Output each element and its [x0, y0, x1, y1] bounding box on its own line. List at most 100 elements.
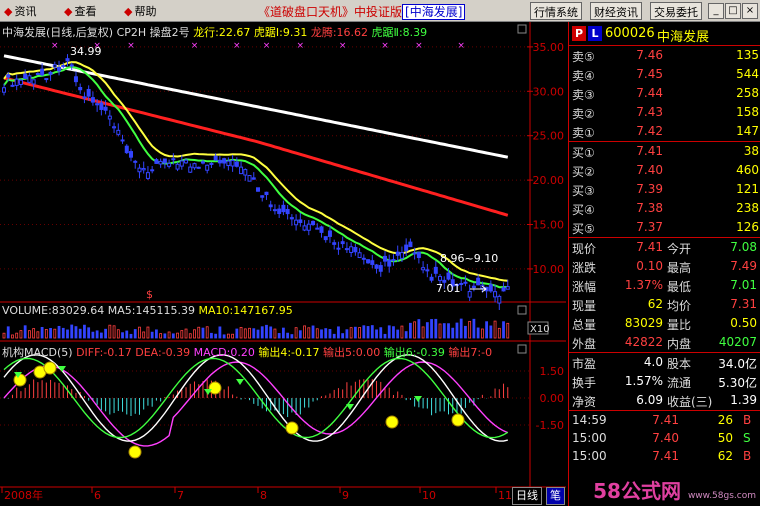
price-tick-label: 10.00: [533, 263, 565, 276]
candle-body: [260, 195, 265, 198]
finance-news-button[interactable]: 财经资讯: [590, 2, 642, 20]
candle-body: [107, 115, 112, 120]
tab-pen[interactable]: 笔: [546, 487, 565, 505]
volume-bar: [294, 327, 298, 339]
kline-info-bar: 中海发展(日线,后复权) CP2H 操盘2号 龙行:22.67 虎踞Ⅰ:9.31…: [2, 26, 428, 39]
candle-body: [416, 251, 421, 259]
candle-body: [188, 166, 193, 173]
candle-body: [425, 269, 430, 272]
candle-body: [344, 248, 349, 251]
candle-body: [264, 191, 269, 196]
ask-row[interactable]: 卖③ 7.44 258: [569, 84, 760, 103]
p-badge[interactable]: P: [572, 26, 586, 41]
volume-bar: [485, 321, 489, 339]
volume-bar: [222, 334, 226, 339]
bid-row[interactable]: 买③ 7.39 121: [569, 180, 760, 199]
candle-body: [387, 259, 392, 267]
kline-chart[interactable]: 35.00 30.00 25.00 20.00 15.00 10.00 X10 × × × × × × ×…: [0, 0, 566, 506]
volume-bar: [353, 326, 357, 339]
volume-bar: [171, 333, 175, 339]
signal-mark: ×: [339, 41, 347, 51]
minimize-button[interactable]: _: [708, 3, 724, 19]
ask-label: 卖④: [572, 69, 595, 83]
bid-row[interactable]: 买④ 7.38 238: [569, 199, 760, 218]
fundamental-row: 净资 6.09 收益(三) 1.39: [569, 391, 760, 410]
tick-vol: 26: [717, 413, 733, 427]
candle-body: [116, 129, 121, 135]
quote-value: 7.01: [730, 278, 757, 292]
volume-bar: [502, 321, 505, 339]
candle-body: [412, 252, 417, 255]
bid-row[interactable]: 买① 7.41 38: [569, 142, 760, 161]
bid-price: 7.37: [636, 220, 663, 234]
candle-body: [158, 160, 163, 165]
quote-label: 今开: [667, 242, 692, 256]
volume-bar: [116, 329, 120, 339]
volume-bar: [167, 331, 171, 339]
ask-volume: 258: [736, 86, 759, 100]
volume-bar: [163, 333, 167, 339]
candle-body: [175, 163, 180, 170]
candle-body: [226, 160, 231, 167]
maximize-button[interactable]: □: [725, 3, 741, 19]
bid-volume: 460: [736, 163, 759, 177]
bid-row[interactable]: 买② 7.40 460: [569, 161, 760, 180]
volume-bar: [370, 325, 374, 339]
candle-body: [289, 217, 294, 220]
ask-row[interactable]: 卖⑤ 7.46 135: [569, 46, 760, 65]
signal-mark: ×: [457, 41, 465, 51]
candle-body: [27, 75, 32, 83]
candle-body: [95, 103, 100, 106]
stock-name: 中海发展: [657, 30, 710, 45]
candle-body: [234, 161, 239, 167]
candle-body: [196, 166, 201, 169]
quote-row: 涨幅 1.37% 最低 7.01: [569, 276, 760, 295]
candle-body: [217, 159, 222, 164]
candle-body: [285, 208, 290, 215]
bid-label: 买⑤: [572, 222, 595, 236]
candle-body: [378, 265, 383, 272]
bid-row[interactable]: 买⑤ 7.37 126: [569, 218, 760, 237]
candle-body: [73, 76, 78, 83]
candle-body: [137, 167, 142, 173]
ask-row[interactable]: 卖① 7.42 147: [569, 122, 760, 141]
tick-price: 7.41: [652, 413, 679, 427]
smiley-icon: [13, 373, 27, 387]
tick-vol: 62: [717, 449, 733, 463]
volume-bar: [320, 329, 323, 339]
candle-body: [40, 68, 45, 76]
ask-row[interactable]: 卖② 7.43 158: [569, 103, 760, 122]
volume-bar: [337, 326, 340, 339]
candle-body: [446, 272, 451, 280]
volume-bar: [23, 325, 27, 339]
candle-body: [171, 158, 176, 161]
candle-body: [391, 259, 396, 262]
trade-order-button[interactable]: 交易委托: [650, 2, 702, 20]
bid-book: 买① 7.41 38 买② 7.40 460 买③ 7.39 121 买④ 7.38 238 买⑤ 7.3…: [569, 142, 760, 238]
volume-bar: [159, 333, 163, 339]
quote-value: 7.31: [730, 297, 757, 311]
candle-body: [404, 244, 409, 252]
candle-body: [323, 236, 328, 241]
volume-bar: [32, 328, 36, 339]
macd-tick-label: -1.50: [536, 419, 564, 432]
volume-bar: [78, 328, 82, 339]
stock-code: 600026: [605, 26, 655, 41]
ask-label: 卖①: [572, 126, 595, 140]
fundamental-row: 换手 1.57% 流通 5.30亿: [569, 372, 760, 391]
candle-body: [467, 291, 472, 298]
l-badge[interactable]: L: [588, 26, 602, 41]
signal-mark: ×: [233, 41, 241, 51]
smiley-icon: [208, 381, 222, 395]
ask-row[interactable]: 卖④ 7.45 544: [569, 65, 760, 84]
candle-body: [399, 252, 404, 259]
candle-body: [69, 64, 74, 67]
quote-value: 83029: [624, 316, 663, 330]
tab-daily[interactable]: 日线: [512, 487, 542, 505]
volume-bar: [44, 329, 48, 339]
candle-body: [99, 102, 104, 110]
date-tick-label: 6: [94, 489, 101, 502]
close-button[interactable]: ×: [742, 3, 758, 19]
volume-bar: [49, 327, 52, 339]
volume-bar: [277, 333, 281, 339]
